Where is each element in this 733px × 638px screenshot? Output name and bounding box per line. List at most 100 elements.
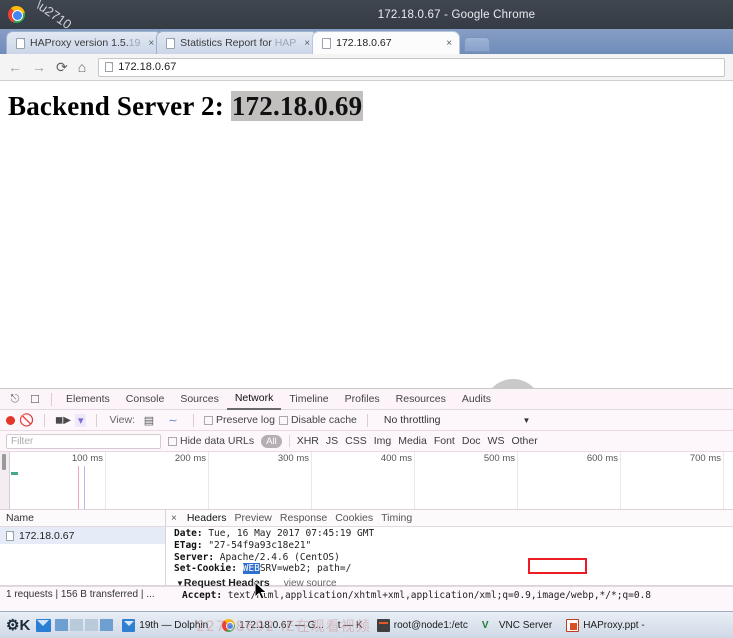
home-icon[interactable]: ⌂ xyxy=(78,60,86,74)
tab-close-icon[interactable]: × xyxy=(304,38,310,49)
network-toolbar: 🚫 ◼▶ ▾ View: ▤ ∼ Preserve log Disable ca… xyxy=(0,410,733,431)
filter-type-other[interactable]: Other xyxy=(511,435,537,447)
browser-tab-active-172-18-0-67[interactable]: 172.18.0.67 × xyxy=(312,31,461,54)
taskbar-item-label: HAProxy.ppt - xyxy=(583,619,645,631)
network-split-view: Name 172.18.0.67 × Headers Preview Respo… xyxy=(0,510,733,601)
details-tab-headers[interactable]: Headers xyxy=(186,512,227,524)
tab-label: Statistics Report for HAP xyxy=(180,37,297,49)
terminal-icon xyxy=(376,618,390,632)
header-value: Tue, 16 May 2017 07:45:19 GMT xyxy=(202,528,375,539)
selected-ip-text: 172.18.0.69 xyxy=(230,91,364,121)
divider xyxy=(51,392,52,406)
filter-type-media[interactable]: Media xyxy=(398,435,427,447)
preserve-log-checkbox[interactable]: Preserve log xyxy=(203,414,275,426)
preserve-log-label: Preserve log xyxy=(215,414,275,426)
taskbar-item-haproxy-ppt[interactable]: HAProxy.ppt - xyxy=(561,617,650,634)
divider xyxy=(192,413,194,427)
header-name: Date: xyxy=(174,528,203,539)
details-tab-preview[interactable]: Preview xyxy=(235,512,272,524)
devtools-tab-resources[interactable]: Resources xyxy=(388,389,454,409)
devtools-tab-network[interactable]: Network xyxy=(226,388,282,410)
folder-icon xyxy=(122,618,136,632)
timeline-drag-handle[interactable] xyxy=(2,454,6,470)
device-toolbar-icon[interactable]: ☐ xyxy=(25,393,45,406)
request-headers-section[interactable]: ▼Request Headers view source xyxy=(174,577,733,590)
filter-type-doc[interactable]: Doc xyxy=(462,435,481,447)
reload-icon[interactable]: ⟳ xyxy=(56,60,68,74)
domcontent-event-line xyxy=(84,466,85,509)
taskbar-item-chrome[interactable]: 172.18.0.67 — G... xyxy=(217,617,329,634)
filter-type-js[interactable]: JS xyxy=(326,435,338,447)
devtools-tab-profiles[interactable]: Profiles xyxy=(337,389,388,409)
filter-type-font[interactable]: Font xyxy=(434,435,455,447)
timeline-tick-500: 500 ms xyxy=(483,453,515,464)
devtools-tab-audits[interactable]: Audits xyxy=(454,389,499,409)
view-source-link[interactable]: view source xyxy=(270,578,337,589)
header-line-date: Date: Tue, 16 May 2017 07:45:19 GMT xyxy=(174,528,733,540)
tab-close-icon[interactable]: × xyxy=(446,38,452,49)
network-filterbar: Filter Hide data URLs All XHR JS CSS Img… xyxy=(0,431,733,452)
list-view-icon[interactable]: ▤ xyxy=(139,414,159,427)
chevron-down-icon[interactable]: ▼ xyxy=(523,416,531,425)
disable-cache-checkbox[interactable]: Disable cache xyxy=(278,414,357,426)
kde-taskbar: ⚙K 19th — Dolphin 172.18.0.67 — G... t —… xyxy=(0,611,733,638)
waterfall-view-icon[interactable]: ∼ xyxy=(163,414,183,427)
network-overview-timeline[interactable]: 100 ms 200 ms 300 ms 400 ms 500 ms 600 m… xyxy=(0,452,733,510)
filter-type-ws[interactable]: WS xyxy=(488,435,505,447)
divider xyxy=(96,413,98,427)
filter-input[interactable]: Filter xyxy=(6,433,161,449)
divider xyxy=(43,413,45,427)
details-tab-response[interactable]: Response xyxy=(280,512,327,524)
devtools-tab-console[interactable]: Console xyxy=(118,389,173,409)
filter-type-img[interactable]: Img xyxy=(374,435,392,447)
details-tabbar: × Headers Preview Response Cookies Timin… xyxy=(166,510,733,527)
filter-type-xhr[interactable]: XHR xyxy=(297,435,319,447)
address-bar[interactable]: 172.18.0.67 xyxy=(98,57,725,77)
clear-button[interactable]: 🚫 xyxy=(19,413,34,427)
record-button[interactable] xyxy=(6,415,15,425)
tab-close-icon[interactable]: × xyxy=(148,38,154,49)
details-tab-cookies[interactable]: Cookies xyxy=(335,512,373,524)
browser-toolbar: ← → ⟳ ⌂ 172.18.0.67 xyxy=(0,54,733,81)
hide-data-urls-checkbox[interactable]: Hide data URLs xyxy=(168,435,254,447)
pager-icon[interactable] xyxy=(55,619,114,631)
browser-tab-haproxy-version[interactable]: HAProxy version 1.5.19 × xyxy=(6,31,163,54)
mail-icon[interactable] xyxy=(36,618,52,632)
timeline-tick-400: 400 ms xyxy=(380,453,412,464)
filter-icon[interactable]: ▾ xyxy=(74,413,87,427)
tab-label: 172.18.0.67 xyxy=(336,37,392,49)
table-row[interactable]: 172.18.0.67 xyxy=(0,527,165,544)
forward-icon[interactable]: → xyxy=(32,60,46,74)
devtools-tab-timeline[interactable]: Timeline xyxy=(281,389,336,409)
taskbar-item-dolphin[interactable]: 19th — Dolphin xyxy=(117,617,213,634)
chrome-tabstrip: HAProxy version 1.5.19 × Statistics Repo… xyxy=(0,29,733,54)
dom-event-marker xyxy=(11,472,18,475)
throttling-select[interactable]: No throttling xyxy=(378,414,441,426)
taskbar-item-label: 19th — Dolphin xyxy=(139,619,209,631)
request-column-name[interactable]: Name xyxy=(0,510,165,527)
header-value: "27-54f9a93c18e21" xyxy=(202,539,312,551)
taskbar-item-vnc-server[interactable]: V VNC Server xyxy=(477,617,557,634)
new-tab-button[interactable] xyxy=(464,37,491,52)
request-details-panel: × Headers Preview Response Cookies Timin… xyxy=(166,510,733,601)
devtools-tab-elements[interactable]: Elements xyxy=(58,389,118,409)
details-tab-timing[interactable]: Timing xyxy=(381,512,412,524)
disable-cache-label: Disable cache xyxy=(290,414,357,426)
filter-type-all[interactable]: All xyxy=(261,434,282,448)
devtools-tab-sources[interactable]: Sources xyxy=(172,389,227,409)
timeline-tick-600: 600 ms xyxy=(586,453,618,464)
filter-type-css[interactable]: CSS xyxy=(345,435,367,447)
twisty-icon[interactable]: ▼ xyxy=(176,579,184,588)
browser-tab-statistics-report[interactable]: Statistics Report for HAP × xyxy=(156,31,319,54)
annotation-highlight-box xyxy=(528,558,587,574)
taskbar-item-konsole-partial[interactable]: t — K xyxy=(333,618,368,633)
header-line-accept: Accept: text/html,application/xhtml+xml,… xyxy=(174,590,733,602)
k-menu-icon[interactable]: ⚙K xyxy=(4,616,32,634)
close-icon[interactable]: × xyxy=(171,513,177,524)
back-icon[interactable]: ← xyxy=(8,60,22,74)
taskbar-item-terminal-root[interactable]: root@node1:/etc xyxy=(372,617,473,634)
devtools-panel: ⎋ ☐ Elements Console Sources Network Tim… xyxy=(0,388,733,611)
capture-screenshots-icon[interactable]: ◼▶ xyxy=(55,415,71,426)
inspect-element-icon[interactable]: ⎋ xyxy=(5,393,25,406)
load-event-line xyxy=(78,466,79,509)
